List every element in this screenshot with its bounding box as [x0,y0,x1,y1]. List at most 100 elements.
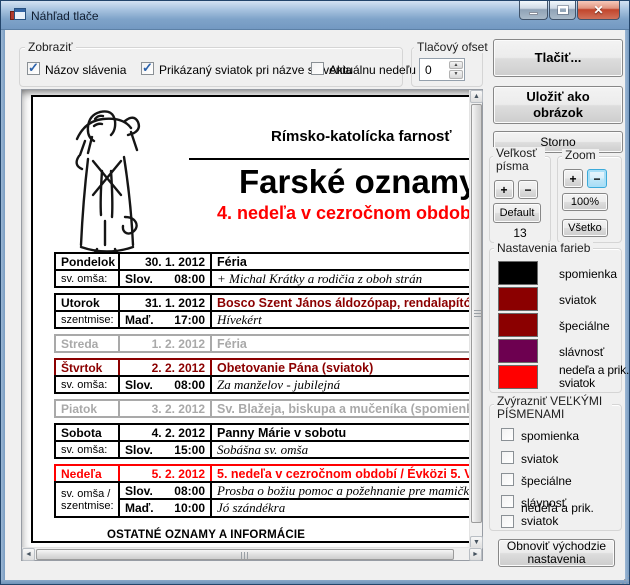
color-label-specialne: špeciálne [559,319,610,333]
mass-intention: Sobášna sv. omša [212,442,469,457]
zoom-100-button[interactable]: 100% [562,193,608,211]
scroll-left-icon: ◄ [25,551,32,558]
mass-type-label: sv. omša / szentmise: [56,483,120,516]
celebration-name: Panny Márie v sobotu [212,425,469,440]
parish-name: Rímsko-katolícka farnosť [271,128,452,145]
restore-defaults-button[interactable]: Obnoviť východzie nastavenia [498,539,615,567]
close-button[interactable]: ✕ [577,1,620,20]
schedule-block-utorok: Utorok 31. 1. 2012 Bosco Szent János áld… [54,293,469,329]
color-label-nedela: nedeľa a prik. sviatok [559,364,630,390]
maximize-button[interactable] [549,1,576,20]
mass-intention: Jó szándékra [212,500,469,516]
color-swatch-spomienka[interactable] [498,261,538,285]
color-label-sviatok: sviatok [559,293,596,307]
highlight-checkbox-slavnost[interactable] [501,495,514,508]
day-name: Pondelok [56,254,120,269]
table-row: Utorok 31. 1. 2012 Bosco Szent János áld… [54,293,469,312]
table-row: sv. omša: Slov.08:00 Za manželov - jubil… [54,375,469,394]
horizontal-scrollbar[interactable]: ◄ ► [22,547,482,560]
schedule-block-stvrtok: Štvrtok 2. 2. 2012 Obetovanie Pána (svia… [54,358,469,394]
color-swatch-slavnost[interactable] [498,339,538,363]
vertical-scroll-thumb[interactable] [471,104,482,523]
document-footer: OSTATNÉ OZNAMY A INFORMÁCIE [107,529,305,541]
close-icon: ✕ [593,3,603,17]
mass-time: 08:00 [174,484,205,498]
document-title: Farské oznamy [239,163,469,201]
zoom-title: Zoom [562,149,599,161]
horizontal-scroll-thumb[interactable] [36,549,454,560]
highlight-checkbox-spomienka[interactable] [501,428,514,441]
highlight-checkbox-nedela[interactable] [501,515,514,528]
mass-intention: Hívekért [212,312,469,327]
table-row: Nedeľa 5. 2. 2012 5. nedeľa v cezročnom … [54,464,469,483]
vertical-scrollbar[interactable]: ▲ ▼ [469,90,482,549]
color-swatch-sviatok[interactable] [498,287,538,311]
day-date: 31. 1. 2012 [120,295,212,310]
mass-type-label: szentmise: [56,312,120,327]
spinner-up-icon: ▲ [454,62,459,68]
color-swatch-specialne[interactable] [498,313,538,337]
mass-language: Slov. [125,443,153,457]
scroll-down-icon: ▼ [473,539,480,546]
day-name: Utorok [56,295,120,310]
table-row: szentmise: Maď.17:00 Hívekért [54,310,469,329]
highlight-label-specialne: špeciálne [521,474,572,488]
document-page: Rímsko-katolícka farnosť Farské oznamy 4… [31,95,469,543]
highlight-label-spomienka: spomienka [521,429,579,443]
show-options-title: Zobraziť [25,41,76,53]
zoom-out-button[interactable]: − [587,169,607,188]
print-button[interactable]: Tlačiť... [493,39,623,77]
highlight-checkbox-sviatok[interactable] [501,451,514,464]
font-size-decrease-button[interactable]: − [518,180,538,199]
checkbox-aktualna-nedela-label: Aktuálnu nedeľu [329,63,416,77]
resize-grip[interactable] [620,575,622,577]
color-label-slavnost: slávnosť [559,345,604,359]
spinner-up-button[interactable]: ▲ [449,61,463,70]
window-frame [1,30,5,584]
spinner-down-button[interactable]: ▼ [449,70,463,79]
print-offset-value[interactable]: 0 [420,59,448,80]
maximize-icon [558,6,568,14]
mass-type-label: sv. omša: [56,271,120,286]
window-frame [625,30,629,584]
table-row: Štvrtok 2. 2. 2012 Obetovanie Pána (svia… [54,358,469,377]
zoom-in-button[interactable]: + [563,169,583,188]
font-size-title: Veľkosť písma [493,147,545,173]
font-size-default-button[interactable]: Default [493,203,541,223]
checkbox-nazov-slavenia[interactable] [27,62,40,75]
document-subtitle: 4. nedeľa v cezročnom období [217,203,469,224]
celebration-name: Féria [212,336,469,351]
font-size-value: 13 [489,226,551,240]
mass-language: Slov. [125,484,153,498]
color-swatch-nedela[interactable] [498,365,538,389]
checkbox-prikazany-sviatok[interactable] [141,62,154,75]
celebration-name: Féria [212,254,469,269]
celebration-name: Sv. Blažeja, biskupa a mučeníka (spomien… [212,401,469,416]
checkbox-aktualna-nedela[interactable] [311,62,324,75]
mass-language: Maď. [125,501,154,515]
save-as-image-button[interactable]: Uložiť ako obrázok [493,86,623,124]
scroll-right-button[interactable]: ► [469,548,482,561]
color-settings-title: Nastavenia farieb [494,242,593,254]
highlight-title: Zvýrazniť VEĽKÝMI PÍSMENAMI [494,395,612,421]
print-preview-window: Náhľad tlače ✕ Zobraziť Názov slávenia P… [0,0,630,585]
spinner-down-icon: ▼ [454,71,459,77]
scroll-left-button[interactable]: ◄ [22,548,35,561]
print-offset-spinner[interactable]: 0 ▲ ▼ [419,58,465,81]
table-row: Piatok 3. 2. 2012 Sv. Blažeja, biskupa a… [54,399,469,418]
titlebar[interactable]: Náhľad tlače ✕ [1,1,629,30]
scroll-right-icon: ► [472,551,479,558]
mass-time: 10:00 [174,501,205,515]
mass-time: 17:00 [174,313,205,327]
minimize-icon [529,12,538,15]
highlight-checkbox-specialne[interactable] [501,473,514,486]
celebration-name: 5. nedeľa v cezročnom období / Évközi 5.… [212,466,469,481]
day-date: 30. 1. 2012 [120,254,212,269]
font-size-increase-button[interactable]: + [494,180,514,199]
scroll-up-button[interactable]: ▲ [470,90,483,103]
minimize-button[interactable] [519,1,548,20]
zoom-fit-all-button[interactable]: Všetko [562,219,608,237]
mass-time: 08:00 [174,378,205,392]
celebration-name: Obetovanie Pána (sviatok) [212,360,469,375]
table-row: Sobota 4. 2. 2012 Panny Márie v sobotu [54,423,469,442]
